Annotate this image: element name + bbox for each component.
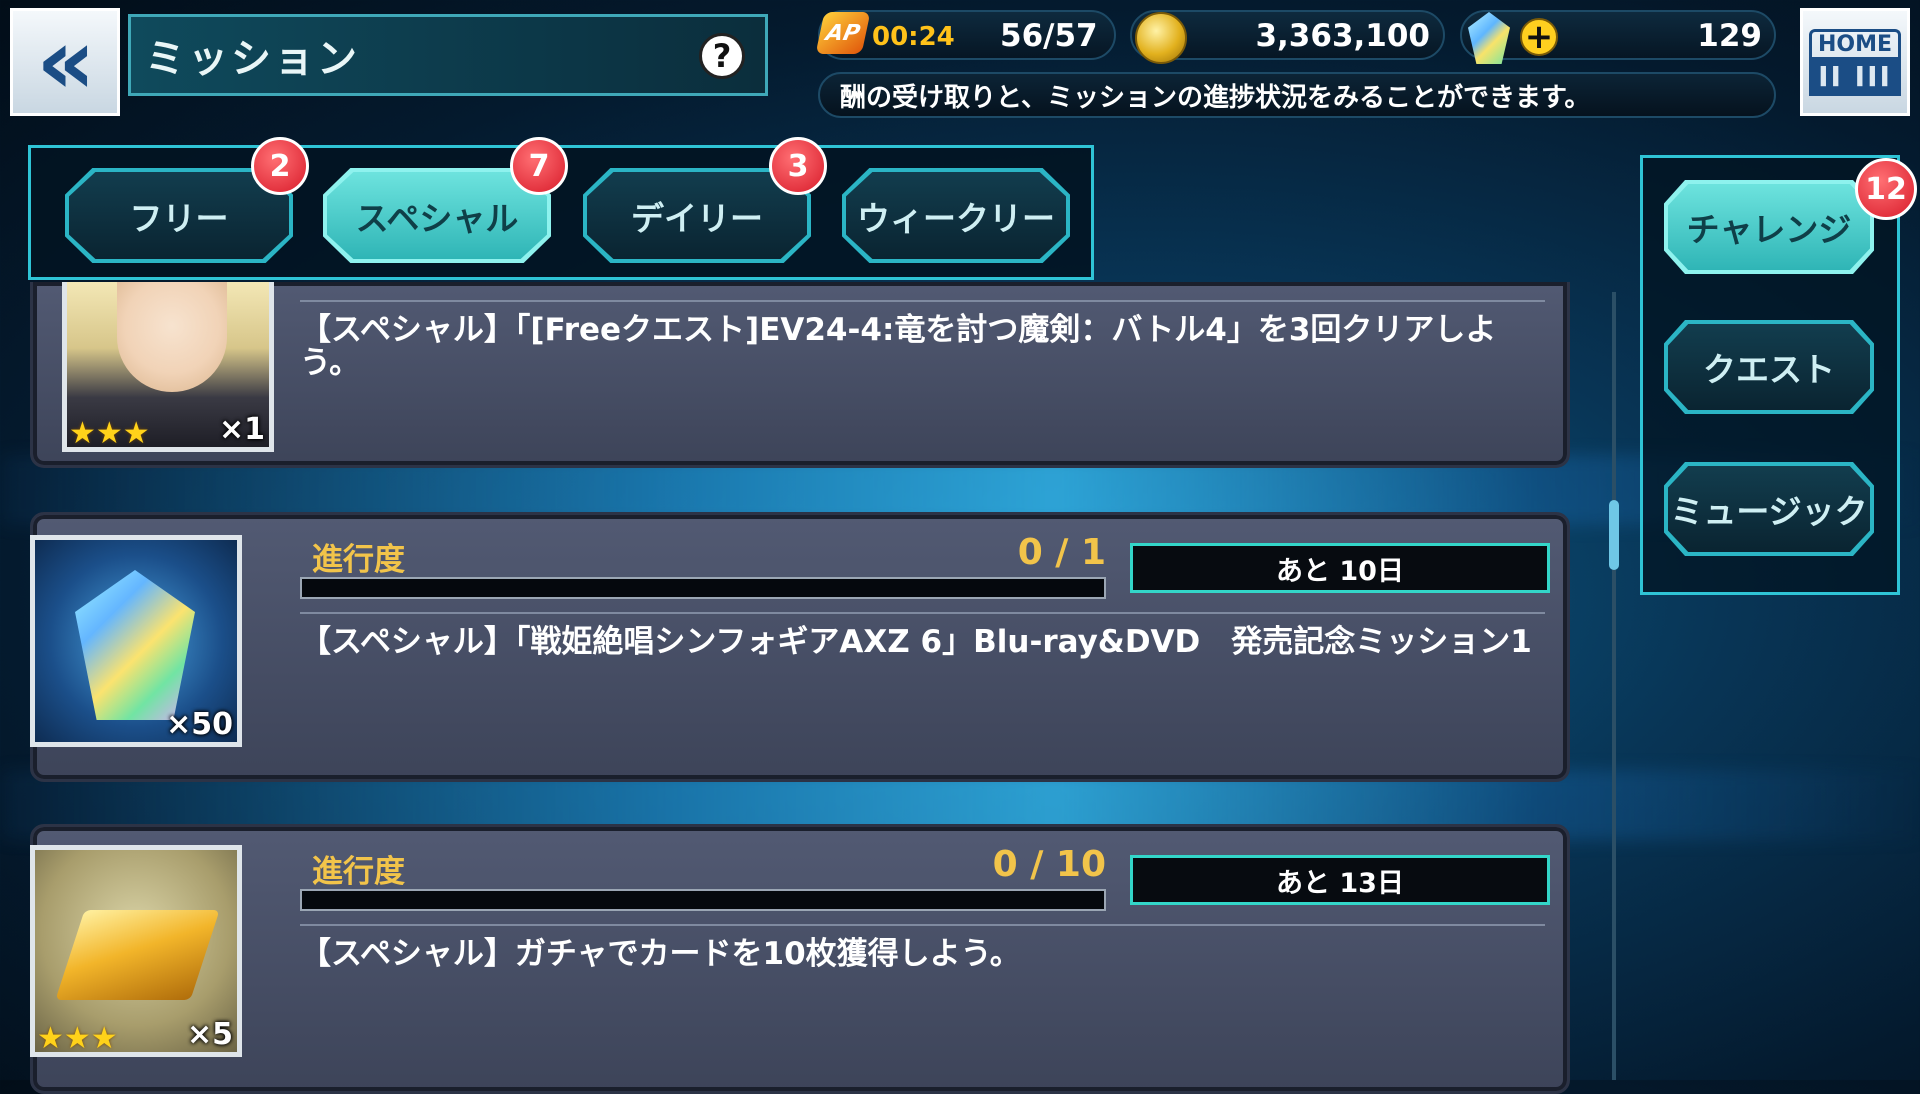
side-button-music[interactable]: ミュージック (1664, 462, 1874, 556)
tab-weekly[interactable]: ウィークリー (842, 168, 1070, 263)
tab-label: デイリー (631, 198, 763, 238)
side-button-label: クエスト (1703, 350, 1835, 389)
notification-badge: 7 (510, 137, 568, 195)
deadline-box: あと 10日 (1130, 543, 1550, 593)
rarity-stars: ★★★ (69, 416, 150, 451)
help-button[interactable]: ? (699, 33, 745, 79)
side-button-challenge[interactable]: チャレンジ (1664, 180, 1874, 274)
tab-label: ウィークリー (857, 198, 1055, 238)
mission-description: 【スペシャル】「戦姫絶唱シンフォギアAXZ 6」Blu-ray&DVD 発売記念… (300, 624, 1532, 660)
rarity-stars: ★★★ (37, 1021, 118, 1056)
progress-label: 進行度 (312, 854, 405, 890)
double-chevron-left-icon: « (36, 8, 96, 115)
side-button-label: チャレンジ (1686, 210, 1852, 249)
gem-value: 129 (1697, 18, 1762, 54)
tab-label: スペシャル (355, 198, 519, 238)
notification-badge: 12 (1855, 158, 1917, 220)
home-icon: II III (1809, 56, 1901, 96)
info-text: 酬の受け取りと、ミッションの進捗状況をみることができます。 (840, 82, 1591, 113)
home-label: HOME (1808, 28, 1902, 57)
deadline-text: あと 13日 (1276, 867, 1404, 899)
character-card-icon: ★★★ ×1 (62, 282, 274, 452)
reward-quantity: ×5 (186, 1017, 233, 1052)
reward-quantity: ×50 (166, 707, 233, 742)
rainbow-gem-icon: ×50 (30, 535, 242, 747)
scrollbar-thumb[interactable] (1609, 500, 1619, 570)
notification-badge: 2 (251, 137, 309, 195)
home-button[interactable]: HOME II III (1800, 8, 1910, 116)
tab-label: フリー (129, 198, 229, 238)
notification-badge: 3 (769, 137, 827, 195)
divider (300, 612, 1545, 614)
add-gems-button[interactable]: + (1520, 18, 1558, 56)
progress-bar (300, 889, 1106, 911)
progress-count: 0 / 10 (992, 844, 1106, 885)
progress-bar (300, 577, 1106, 599)
deadline-box: あと 13日 (1130, 855, 1550, 905)
progress-label: 進行度 (312, 542, 405, 578)
ap-timer: 00:24 (872, 22, 955, 52)
reward-quantity: ×1 (218, 412, 265, 447)
side-button-quest[interactable]: クエスト (1664, 320, 1874, 414)
title-bar: ミッション ? (128, 14, 768, 96)
info-bar: 酬の受け取りと、ミッションの進捗状況をみることができます。 (818, 72, 1776, 118)
mission-description: 【スペシャル】ガチャでカードを10枚獲得しよう。 (300, 936, 1021, 972)
divider (300, 300, 1545, 302)
deadline-text: あと 10日 (1276, 555, 1404, 587)
mission-description: 【スペシャル】「[Freeクエスト]EV24-4:竜を討つ魔剣：バトル4」を3回… (300, 312, 1497, 381)
gold-bar-icon: ★★★ ×5 (30, 845, 242, 1057)
page-title: ミッション (145, 36, 360, 82)
coin-value: 3,363,100 (1255, 18, 1430, 54)
coin-icon (1135, 12, 1187, 64)
ap-icon: AP (815, 12, 871, 54)
progress-count: 0 / 1 (1017, 532, 1106, 573)
ap-value: 56/57 (1000, 18, 1098, 54)
divider (300, 924, 1545, 926)
scrollbar-track[interactable] (1612, 292, 1616, 1080)
side-button-label: ミュージック (1670, 492, 1868, 531)
back-button[interactable]: « (10, 8, 120, 116)
